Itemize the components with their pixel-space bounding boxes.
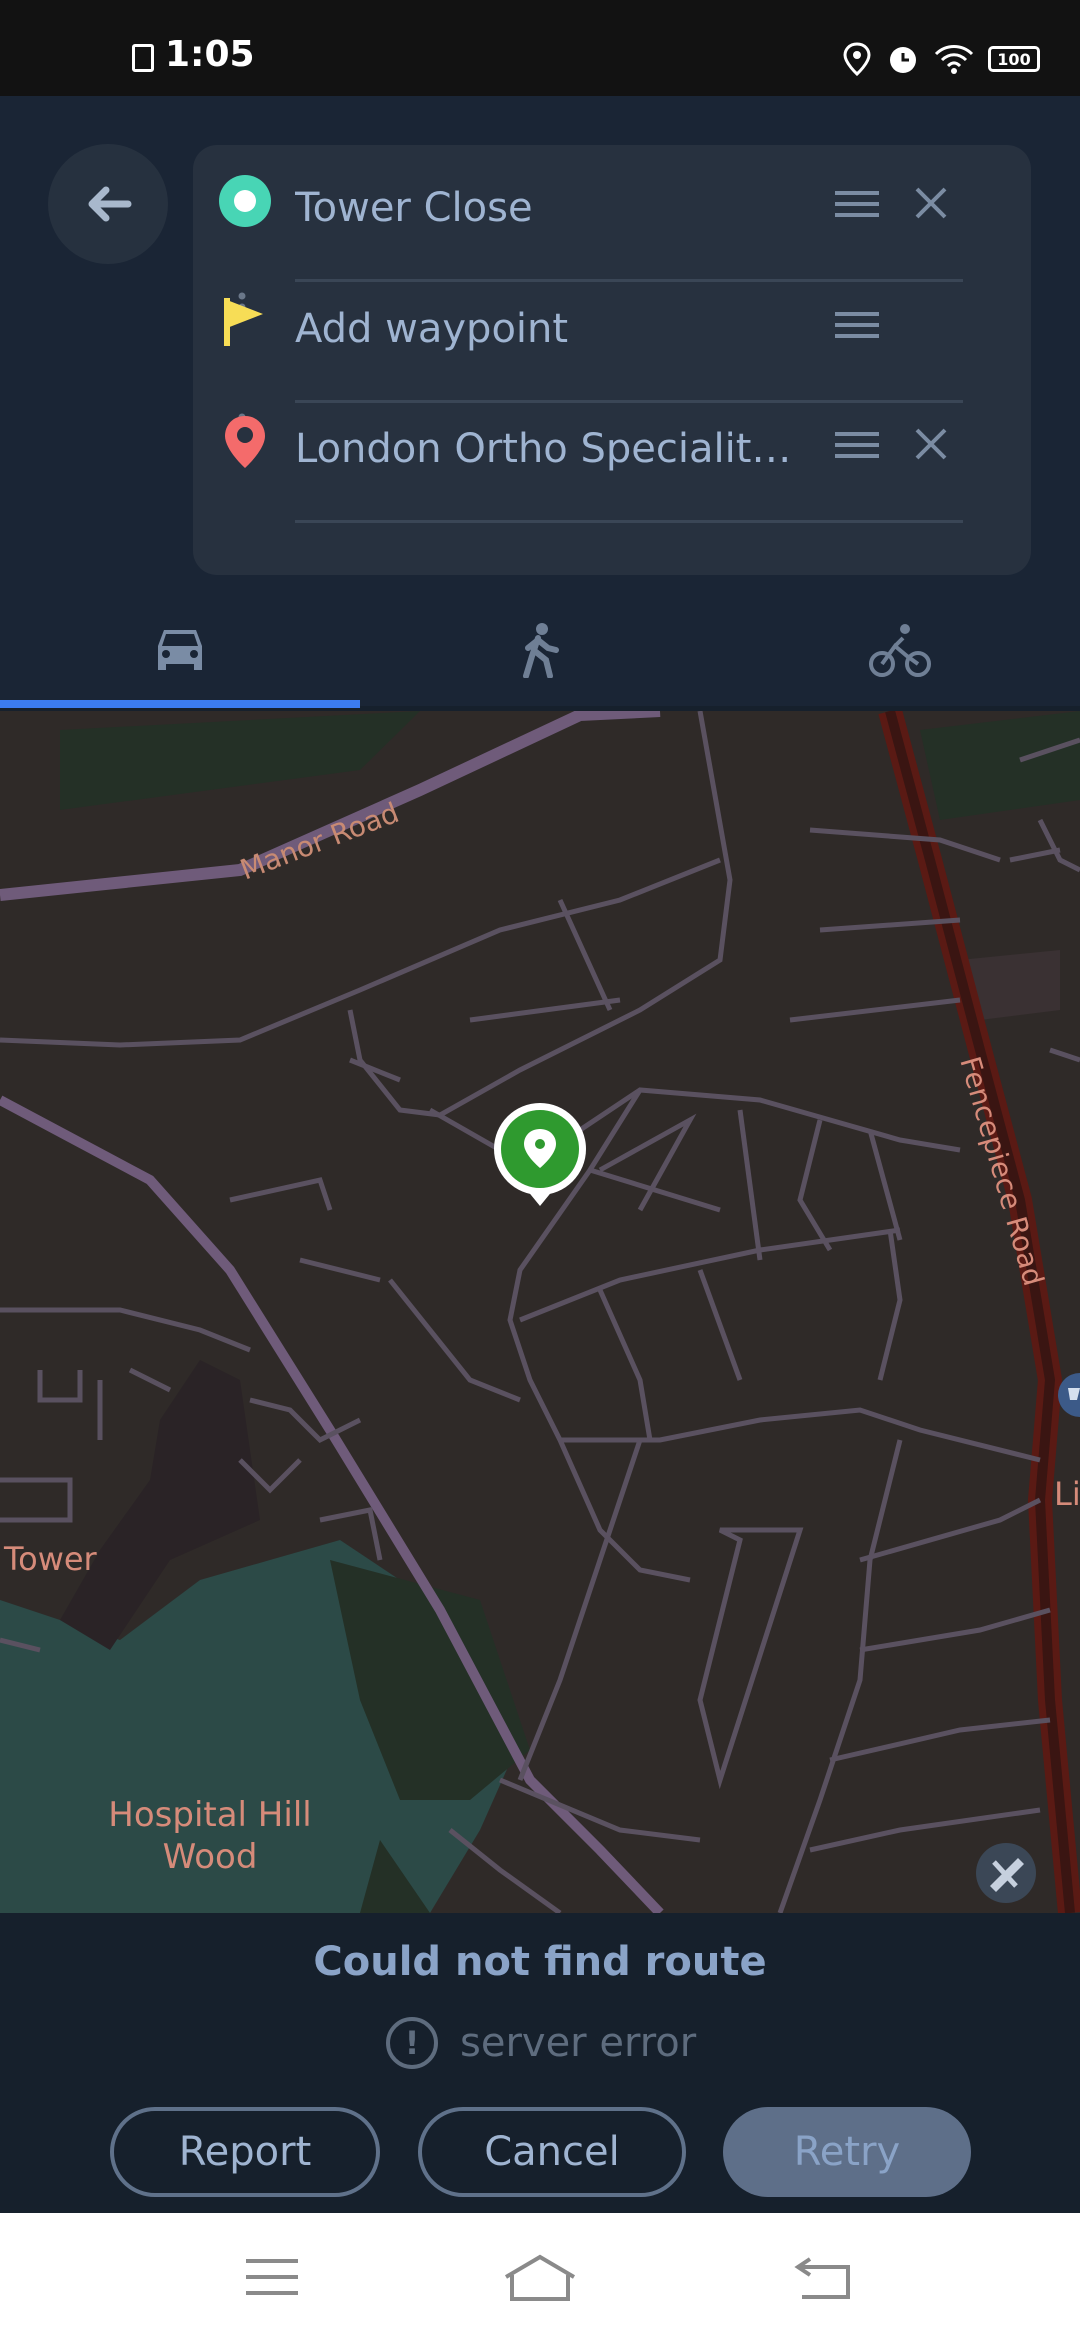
back-nav-icon[interactable] bbox=[792, 2253, 872, 2303]
origin-row[interactable]: Tower Close bbox=[193, 145, 1031, 282]
status-icons: 100 bbox=[842, 42, 1040, 76]
clear-origin-icon[interactable] bbox=[911, 183, 951, 223]
flag-icon bbox=[224, 298, 263, 346]
tab-bike[interactable] bbox=[720, 615, 1080, 685]
sim-card-icon bbox=[132, 44, 154, 72]
location-pin-icon[interactable] bbox=[494, 1103, 586, 1206]
cancel-button[interactable]: Cancel bbox=[418, 2107, 686, 2197]
error-text: server error bbox=[460, 2020, 697, 2066]
map-label-wood: Wood bbox=[163, 1837, 258, 1877]
origin-field[interactable]: Tower Close bbox=[295, 185, 533, 231]
error-icon: ! bbox=[386, 2017, 438, 2069]
drag-handle-icon[interactable] bbox=[833, 310, 881, 340]
map-label-manor-road: Manor Road bbox=[236, 796, 404, 887]
drag-handle-icon[interactable] bbox=[833, 189, 881, 219]
walk-icon bbox=[523, 623, 559, 678]
clear-destination-icon[interactable] bbox=[911, 424, 951, 464]
back-button[interactable] bbox=[48, 144, 168, 264]
location-icon bbox=[843, 42, 871, 76]
report-button[interactable]: Report bbox=[110, 2107, 380, 2197]
system-nav-bar bbox=[0, 2213, 1080, 2340]
map-view[interactable]: Manor Road Fencepiece Road Tower Hospita… bbox=[0, 711, 1080, 1913]
status-bar: 1:05 100 bbox=[0, 0, 1080, 96]
wifi-icon bbox=[934, 45, 974, 74]
arrow-left-icon bbox=[88, 186, 132, 222]
map-label-hospital-hill: Hospital Hill bbox=[108, 1795, 311, 1835]
route-result-panel: Could not find route ! server error Repo… bbox=[0, 1913, 1080, 2213]
waypoint-field[interactable]: Add waypoint bbox=[295, 306, 568, 352]
battery-icon: 100 bbox=[988, 46, 1040, 72]
destination-row[interactable]: London Ortho Speciality H... bbox=[193, 386, 1031, 523]
origin-marker-icon bbox=[219, 175, 271, 227]
destination-underline bbox=[295, 520, 963, 523]
ruler-tool-icon[interactable] bbox=[976, 1843, 1036, 1903]
route-panel: Tower Close Add waypoint London Ortho Sp… bbox=[193, 145, 1031, 575]
bike-icon bbox=[869, 624, 931, 677]
map-label-tower: Tower bbox=[3, 1540, 98, 1578]
waypoint-row[interactable]: Add waypoint bbox=[193, 266, 1031, 403]
error-message: ! server error bbox=[386, 2017, 696, 2069]
map-label-partial: Li bbox=[1054, 1475, 1080, 1513]
menu-icon[interactable] bbox=[242, 2253, 322, 2303]
status-time: 1:05 bbox=[165, 34, 255, 75]
map-canvas: Manor Road Fencepiece Road Tower Hospita… bbox=[0, 711, 1080, 1913]
retry-button[interactable]: Retry bbox=[723, 2107, 971, 2197]
destination-field[interactable]: London Ortho Speciality H... bbox=[295, 426, 815, 472]
tab-walk[interactable] bbox=[360, 615, 720, 685]
destination-pin-icon bbox=[225, 416, 265, 468]
selected-mode-indicator bbox=[0, 700, 360, 708]
car-icon bbox=[158, 630, 202, 670]
drag-handle-icon[interactable] bbox=[833, 430, 881, 460]
home-icon[interactable] bbox=[502, 2253, 582, 2303]
alarm-icon bbox=[890, 47, 916, 73]
tab-car[interactable] bbox=[0, 615, 360, 685]
battery-level: 100 bbox=[997, 49, 1031, 69]
result-title: Could not find route bbox=[313, 1939, 767, 1985]
